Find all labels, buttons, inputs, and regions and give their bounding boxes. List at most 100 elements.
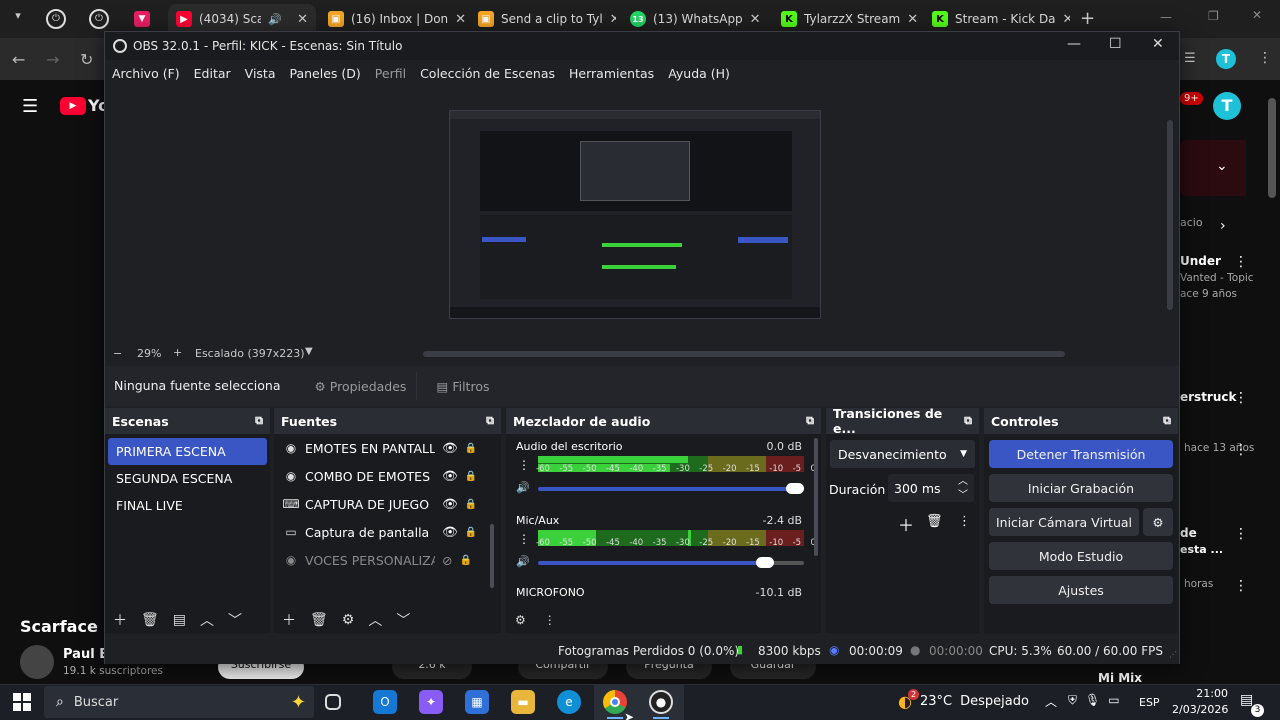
advanced-audio-icon[interactable]: ⚙ xyxy=(515,613,526,627)
horizontal-scrollbar[interactable] xyxy=(423,351,1065,357)
zoom-out-button[interactable]: − xyxy=(113,347,122,360)
rec-title[interactable]: de xyxy=(1180,526,1197,540)
list-scrollbar[interactable] xyxy=(490,524,494,588)
source-item[interactable]: ◉ EMOTES EN PANTALLA 👁 🔒 xyxy=(274,434,501,462)
lock-icon[interactable]: 🔒 xyxy=(465,499,477,510)
pinned-tab-3[interactable]: ▼ xyxy=(134,11,150,27)
eye-icon[interactable]: 👁 xyxy=(442,524,458,540)
menu-vista[interactable]: Vista xyxy=(245,66,276,81)
more-icon[interactable]: ⋮ xyxy=(1234,578,1248,594)
menu-coleccion[interactable]: Colección de Escenas xyxy=(420,66,555,81)
add-icon[interactable]: ＋ xyxy=(113,610,127,630)
more-icon[interactable]: ⋮ xyxy=(1234,442,1248,458)
virtual-camera-settings-button[interactable]: ⚙ xyxy=(1143,508,1173,536)
windows-start-icon[interactable] xyxy=(13,693,31,711)
studio-mode-button[interactable]: Modo Estudio xyxy=(989,542,1173,570)
lock-icon[interactable]: 🔒 xyxy=(459,555,471,566)
arrow-up-icon[interactable]: ︿ xyxy=(368,610,382,630)
avatar[interactable] xyxy=(20,645,54,679)
tray-icons[interactable]: ⛨ 🎙 ▭ xyxy=(1068,693,1120,708)
undock-icon[interactable]: ⧉ xyxy=(806,414,814,428)
source-item[interactable]: ⌨ CAPTURA DE JUEGO 👁 🔒 xyxy=(274,490,501,518)
zoom-in-button[interactable]: + xyxy=(173,346,182,359)
scene-item[interactable]: FINAL LIVE xyxy=(108,492,267,519)
filter-icon[interactable]: ▤ xyxy=(173,612,186,628)
forward-icon[interactable]: → xyxy=(46,50,59,69)
virtual-camera-button[interactable]: Iniciar Cámara Virtual xyxy=(989,508,1139,536)
close-icon[interactable]: ✕ xyxy=(750,12,761,27)
source-item[interactable]: ▭ Captura de pantalla 👁 🔒 xyxy=(274,518,501,546)
chevron-right-icon[interactable]: › xyxy=(1220,218,1226,234)
more-icon[interactable]: ⋮ xyxy=(518,458,530,472)
outlook-icon[interactable]: O xyxy=(373,690,397,714)
menu-editar[interactable]: Editar xyxy=(194,66,231,81)
preview-area[interactable] xyxy=(105,86,1179,346)
extensions-icon[interactable]: ☰ xyxy=(1184,51,1196,66)
lock-icon[interactable]: 🔒 xyxy=(465,527,477,538)
pinned-tab-2[interactable]: ⏻ xyxy=(89,9,109,29)
profile-avatar[interactable]: T xyxy=(1216,49,1236,69)
reload-icon[interactable]: ↻ xyxy=(80,50,93,69)
eye-icon[interactable]: 👁 xyxy=(442,496,458,512)
store-icon[interactable]: ▦ xyxy=(465,690,489,714)
menu-paneles[interactable]: Paneles (D) xyxy=(290,66,361,81)
volume-slider[interactable] xyxy=(538,561,766,565)
arrow-up-icon[interactable]: ︿ xyxy=(200,610,214,630)
close-icon[interactable]: ✕ xyxy=(610,12,616,27)
copilot-icon[interactable]: ✦ xyxy=(419,690,443,714)
minimize-icon[interactable]: — xyxy=(1160,10,1172,24)
browser-tab[interactable]: ▶ (4034) Scarfac 🔊 ✕ xyxy=(168,4,316,34)
youtube-logo[interactable]: ▶ Yo xyxy=(60,96,109,115)
notification-badge[interactable]: 9+ xyxy=(1180,92,1203,105)
scene-item[interactable]: SEGUNDA ESCENA xyxy=(108,465,267,492)
channel-name[interactable]: Paul E xyxy=(63,647,108,662)
edge-icon[interactable]: e xyxy=(557,690,581,714)
language-indicator[interactable]: ESP xyxy=(1139,696,1160,709)
tray-chevron-icon[interactable]: ︿ xyxy=(1045,693,1057,710)
undock-icon[interactable]: ⧉ xyxy=(1163,414,1171,428)
trash-icon[interactable]: 🗑 xyxy=(310,612,328,628)
resize-grip-icon[interactable]: ⋰ xyxy=(1169,650,1177,659)
browser-tab[interactable]: ▣ (16) Inbox | Don ✕ xyxy=(320,4,466,34)
rec-title[interactable]: Mi Mix xyxy=(1098,671,1142,685)
browser-tab[interactable]: 13 (13) WhatsApp ✕ xyxy=(622,4,768,34)
notification-icon[interactable]: ▤ xyxy=(1240,692,1253,708)
browser-tab[interactable]: K Stream - Kick Da ✕ xyxy=(924,4,1070,34)
add-icon[interactable]: ＋ xyxy=(898,512,914,536)
scrollbar[interactable] xyxy=(1268,98,1276,198)
speaker-icon[interactable]: 🔊 xyxy=(516,555,530,568)
lock-icon[interactable]: 🔒 xyxy=(465,443,477,454)
menu-archivo[interactable]: Archivo (F) xyxy=(112,66,180,81)
obs-icon[interactable]: ● xyxy=(649,690,673,714)
close-window-icon[interactable]: ✕ xyxy=(1252,8,1262,22)
more-icon[interactable]: ⋮ xyxy=(958,514,971,529)
close-icon[interactable]: ✕ xyxy=(455,12,466,27)
trash-icon[interactable]: 🗑 xyxy=(926,514,943,529)
source-item[interactable]: ◉ VOCES PERSONALIZADA ⊘ 🔒 xyxy=(274,546,501,574)
more-icon[interactable]: ⋮ xyxy=(1234,254,1248,270)
menu-perfil[interactable]: Perfil xyxy=(375,66,406,81)
menu-herramientas[interactable]: Herramientas xyxy=(569,66,654,81)
list-scrollbar[interactable] xyxy=(814,438,818,556)
stop-stream-button[interactable]: Detener Transmisión xyxy=(989,440,1173,468)
close-icon[interactable]: ✕ xyxy=(1063,12,1070,27)
scene-item[interactable]: PRIMERA ESCENA xyxy=(108,438,267,465)
pinned-tab-1[interactable]: ⏻ xyxy=(46,9,66,29)
browser-tab[interactable]: K TylarzzX Stream ✕ xyxy=(773,4,919,34)
rec-title[interactable]: erstruck xyxy=(1180,390,1237,404)
clock[interactable]: 21:00 2/03/2026 xyxy=(1172,686,1228,718)
tab-search-button[interactable]: ▾ xyxy=(8,9,28,29)
more-icon[interactable]: ⋮ xyxy=(1234,526,1248,542)
minimize-icon[interactable]: — xyxy=(1067,36,1081,52)
preview-canvas[interactable] xyxy=(449,110,821,319)
maximize-icon[interactable]: ☐ xyxy=(1109,36,1122,52)
arrow-down-icon[interactable]: ﹀ xyxy=(228,610,242,630)
chrome-menu-icon[interactable]: ⋮ xyxy=(1258,50,1272,66)
slider-handle[interactable] xyxy=(756,557,774,568)
chevron-down-icon[interactable]: ﹀ xyxy=(958,486,968,501)
slider-handle[interactable] xyxy=(786,483,804,494)
eye-icon[interactable]: 👁 xyxy=(442,440,458,456)
properties-button[interactable]: ⚙ Propiedades xyxy=(305,372,417,400)
close-icon[interactable]: ✕ xyxy=(1152,36,1164,52)
filters-button[interactable]: ▤ Filtros xyxy=(423,372,503,400)
